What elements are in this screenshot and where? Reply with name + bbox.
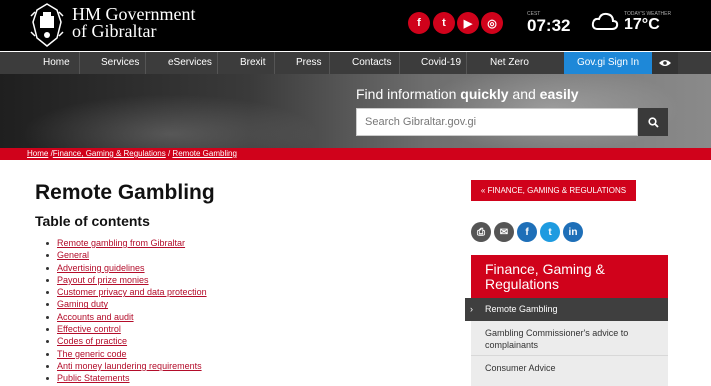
search-heading-bold: quickly	[460, 86, 509, 102]
nav-divider	[79, 52, 80, 74]
nav-item-contacts[interactable]: Contacts	[352, 52, 391, 74]
linkedin-share-icon[interactable]: in	[563, 222, 583, 242]
toc-item: Advertising guidelines	[45, 262, 207, 274]
section-nav-item-label: Remote Gambling	[485, 304, 558, 314]
toc-link[interactable]: Anti money laundering requirements	[57, 361, 202, 371]
nav-item-press[interactable]: Press	[296, 52, 322, 74]
toc-link[interactable]: Accounts and audit	[57, 312, 134, 322]
temperature: 17°C	[624, 16, 660, 33]
toc-link[interactable]: Remote gambling from Gibraltar	[57, 238, 185, 248]
search-button[interactable]	[638, 108, 668, 136]
toc-item: Remote gambling from Gibraltar	[45, 237, 207, 249]
search-input[interactable]: Search Gibraltar.gov.gi	[356, 108, 638, 136]
twitter-glyph: t	[548, 226, 552, 238]
search-heading-text: Find information	[356, 86, 461, 102]
nav-item-services[interactable]: Services	[101, 52, 139, 74]
brand-line-2: of Gibraltar	[72, 21, 157, 41]
facebook-share-icon[interactable]: f	[517, 222, 537, 242]
twitter-icon[interactable]: t	[433, 12, 455, 34]
toc-link[interactable]: Payout of prize monies	[57, 275, 149, 285]
facebook-glyph: f	[525, 226, 529, 238]
toc-item: Accounts and audit	[45, 311, 207, 323]
cloud-icon	[591, 12, 619, 30]
toc-link[interactable]: Public Statements	[57, 373, 130, 383]
twitter-glyph: t	[442, 17, 446, 29]
nav-item-home[interactable]: Home	[43, 52, 70, 74]
search-heading: Find information quickly and easily	[356, 86, 579, 102]
youtube-icon[interactable]: ▶	[457, 12, 479, 34]
toc-item: Anti money laundering requirements	[45, 360, 207, 372]
email-glyph: ✉	[499, 226, 509, 238]
nav-item-net-zero[interactable]: Net Zero	[490, 52, 529, 74]
section-panel-title: Finance, Gaming & Regulations	[471, 255, 668, 298]
signin-button[interactable]: Gov.gi Sign In	[564, 52, 652, 74]
nav-item-covid[interactable]: Covid-19	[421, 52, 461, 74]
toc-title: Table of contents	[35, 213, 150, 229]
breadcrumb: Home /Finance, Gaming & Regulations / Re…	[27, 148, 237, 160]
nav-divider	[466, 52, 467, 74]
search-heading-text: and	[508, 86, 540, 102]
toc-item: General	[45, 249, 207, 261]
toc-link[interactable]: Gaming duty	[57, 299, 108, 309]
search-icon	[647, 116, 659, 128]
twitter-share-icon[interactable]: t	[540, 222, 560, 242]
nav-item-brexit[interactable]: Brexit	[240, 52, 266, 74]
section-nav-item-active[interactable]: › Remote Gambling	[465, 298, 668, 321]
toc-link[interactable]: Customer privacy and data protection	[57, 287, 207, 297]
toc-item: The generic code	[45, 348, 207, 360]
toc-link[interactable]: Effective control	[57, 324, 121, 334]
toc-item: Customer privacy and data protection	[45, 286, 207, 298]
page-title: Remote Gambling	[35, 181, 215, 204]
linkedin-glyph: in	[568, 226, 578, 238]
page: HM Government of Gibraltar f t ▶ ◎ CEST …	[0, 0, 711, 386]
instagram-icon[interactable]: ◎	[481, 12, 503, 34]
nav-item-eservices[interactable]: eServices	[168, 52, 212, 74]
youtube-glyph: ▶	[463, 17, 473, 30]
toc-item: Public Statements	[45, 372, 207, 384]
toc-link[interactable]: Advertising guidelines	[57, 263, 145, 273]
search-heading-bold: easily	[539, 86, 579, 102]
clock-time: 07:32	[527, 16, 571, 35]
email-icon[interactable]: ✉	[494, 222, 514, 242]
nav-divider	[274, 52, 275, 74]
section-nav-item[interactable]: Gambling Commissioner's advice to compla…	[485, 327, 645, 351]
nav-divider	[399, 52, 400, 74]
breadcrumb-current[interactable]: Remote Gambling	[172, 149, 236, 158]
nav-divider	[217, 52, 218, 74]
section-nav-divider	[471, 355, 668, 356]
nav-divider	[329, 52, 330, 74]
facebook-icon[interactable]: f	[408, 12, 430, 34]
chevron-right-icon: ›	[470, 304, 473, 314]
section-nav-item[interactable]: Consumer Advice	[485, 362, 556, 374]
toc-item: Payout of prize monies	[45, 274, 207, 286]
accessibility-eye-icon[interactable]	[652, 52, 678, 74]
site-brand[interactable]: HM Government of Gibraltar	[72, 5, 195, 41]
toc-item: Effective control	[45, 323, 207, 335]
toc-item: Gaming duty	[45, 298, 207, 310]
print-icon[interactable]: ⎙	[471, 222, 491, 242]
hero-background-shape	[20, 94, 320, 148]
toc-link[interactable]: Codes of practice	[57, 336, 127, 346]
print-glyph: ⎙	[477, 226, 485, 238]
facebook-glyph: f	[417, 17, 421, 29]
table-of-contents: Remote gambling from Gibraltar General A…	[45, 237, 207, 385]
toc-item: Codes of practice	[45, 335, 207, 347]
nav-divider	[145, 52, 146, 74]
toc-link[interactable]: General	[57, 250, 89, 260]
breadcrumb-home[interactable]: Home	[27, 149, 48, 158]
coat-of-arms-logo[interactable]	[27, 2, 67, 48]
breadcrumb-section[interactable]: Finance, Gaming & Regulations	[53, 149, 166, 158]
toc-link[interactable]: The generic code	[57, 349, 127, 359]
search-placeholder: Search Gibraltar.gov.gi	[365, 116, 477, 128]
instagram-glyph: ◎	[487, 17, 497, 30]
back-to-section-button[interactable]: « FINANCE, GAMING & REGULATIONS	[471, 180, 636, 201]
